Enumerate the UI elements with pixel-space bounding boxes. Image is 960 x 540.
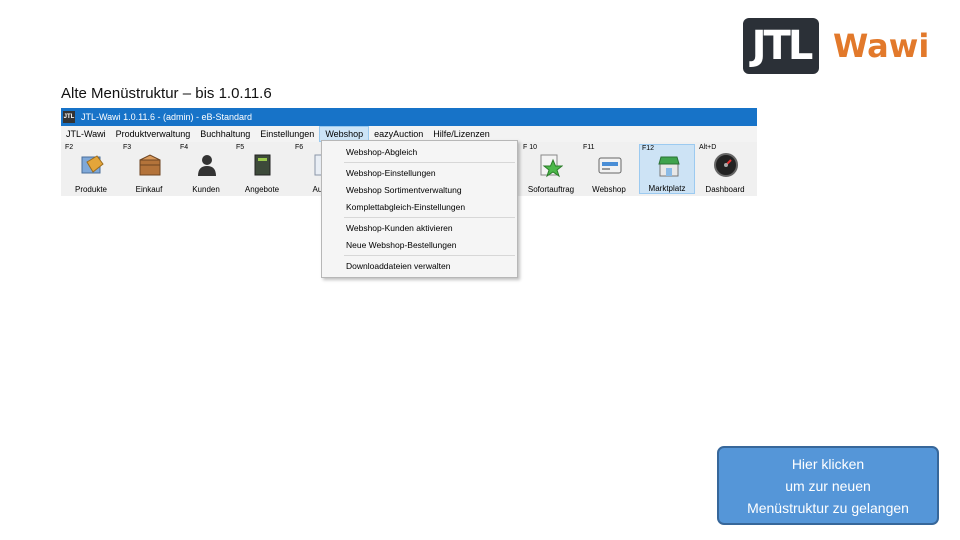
crate-icon [139, 154, 161, 176]
shortcut-key: F5 [236, 144, 245, 151]
toolbar-angebote[interactable]: F5 Angebote [234, 144, 290, 194]
shortcut-key: F4 [180, 144, 189, 151]
shortcut-key: F3 [123, 144, 132, 151]
dashboard-gauge-icon [714, 153, 738, 177]
toolbar-label: Sofortauftrag [527, 185, 575, 194]
cta-line-2: um zur neuen [785, 477, 871, 494]
toolbar-produkte[interactable]: F2 Produkte [63, 144, 119, 194]
marketplace-icon [658, 156, 680, 177]
window-titlebar: JTL JTL-Wawi 1.0.11.6 - (admin) - eB-Sta… [61, 108, 757, 126]
toolbar-label: Kunden [192, 185, 220, 194]
toolbar-label: Webshop [592, 185, 626, 194]
wawi-logo-text: Wawi [833, 27, 930, 65]
shortcut-key: F 10 [523, 144, 538, 151]
jtl-logo-box: JTL [743, 18, 819, 74]
shortcut-key: F2 [65, 144, 74, 151]
dd-webshop-einstellungen[interactable]: Webshop-Einstellungen [346, 168, 436, 178]
shortcut-key: Alt+D [699, 144, 717, 151]
cta-line-3: Menüstruktur zu gelangen [747, 499, 909, 516]
dd-komplettabgleich-einstellungen[interactable]: Komplettabgleich-Einstellungen [346, 202, 465, 212]
toolbar-label: Angebote [244, 185, 280, 194]
toolbar-webshop[interactable]: F11 Webshop [581, 144, 637, 194]
window-title: JTL-Wawi 1.0.11.6 - (admin) - eB-Standar… [81, 112, 253, 122]
menu-separator [344, 162, 515, 163]
toolbar-sofortauftrag[interactable]: F 10 Sofortauftrag [521, 144, 581, 194]
slide-title: Alte Menüstruktur – bis 1.0.11.6 [61, 85, 272, 102]
toolbar-label: Produkte [74, 185, 108, 194]
toolbar-marktplatz[interactable]: F12 Marktplatz [639, 144, 695, 194]
shortcut-key: F6 [295, 144, 304, 151]
shortcut-key: F11 [583, 144, 595, 151]
instant-order-icon [540, 154, 563, 178]
toolbar-einkauf[interactable]: F3 Einkauf [121, 144, 177, 194]
dd-neue-bestellungen[interactable]: Neue Webshop-Bestellungen [346, 240, 456, 250]
dd-sortimentverwaltung[interactable]: Webshop Sortimentverwaltung [346, 185, 462, 195]
menu-separator [344, 217, 515, 218]
menu-einstellungen[interactable]: Einstellungen [255, 126, 319, 142]
menu-produktverwaltung[interactable]: Produktverwaltung [111, 126, 196, 142]
new-menu-link-button[interactable]: Hier klicken um zur neuen Menüstruktur z… [717, 446, 939, 525]
cta-line-1: Hier klicken [791, 455, 865, 472]
app-icon: JTL [63, 111, 75, 123]
shortcut-key: F12 [642, 145, 655, 152]
toolbar-label: Marktplatz [648, 184, 686, 193]
toolbar-label: Einkauf [135, 185, 163, 194]
webshop-icon [598, 157, 622, 174]
dd-downloaddateien-verwalten[interactable]: Downloaddateien verwalten [346, 261, 450, 271]
webshop-dropdown-menu: Webshop-Abgleich Webshop-Einstellungen W… [321, 140, 518, 278]
dd-kunden-aktivieren[interactable]: Webshop-Kunden aktivieren [346, 223, 453, 233]
customer-icon [198, 155, 216, 176]
toolbar-dashboard[interactable]: Alt+D Dashboard [697, 144, 753, 194]
menu-separator [344, 255, 515, 256]
jtl-wawi-logo: JTL Wawi [743, 18, 929, 74]
dd-webshop-abgleich[interactable]: Webshop-Abgleich [346, 147, 417, 157]
toolbar-label: Dashboard [705, 185, 745, 194]
offer-book-icon [254, 154, 271, 176]
menu-jtl-wawi[interactable]: JTL-Wawi [61, 126, 111, 142]
menu-buchhaltung[interactable]: Buchhaltung [195, 126, 255, 142]
toolbar-kunden[interactable]: F4 Kunden [178, 144, 234, 194]
product-tag-icon [81, 155, 104, 174]
